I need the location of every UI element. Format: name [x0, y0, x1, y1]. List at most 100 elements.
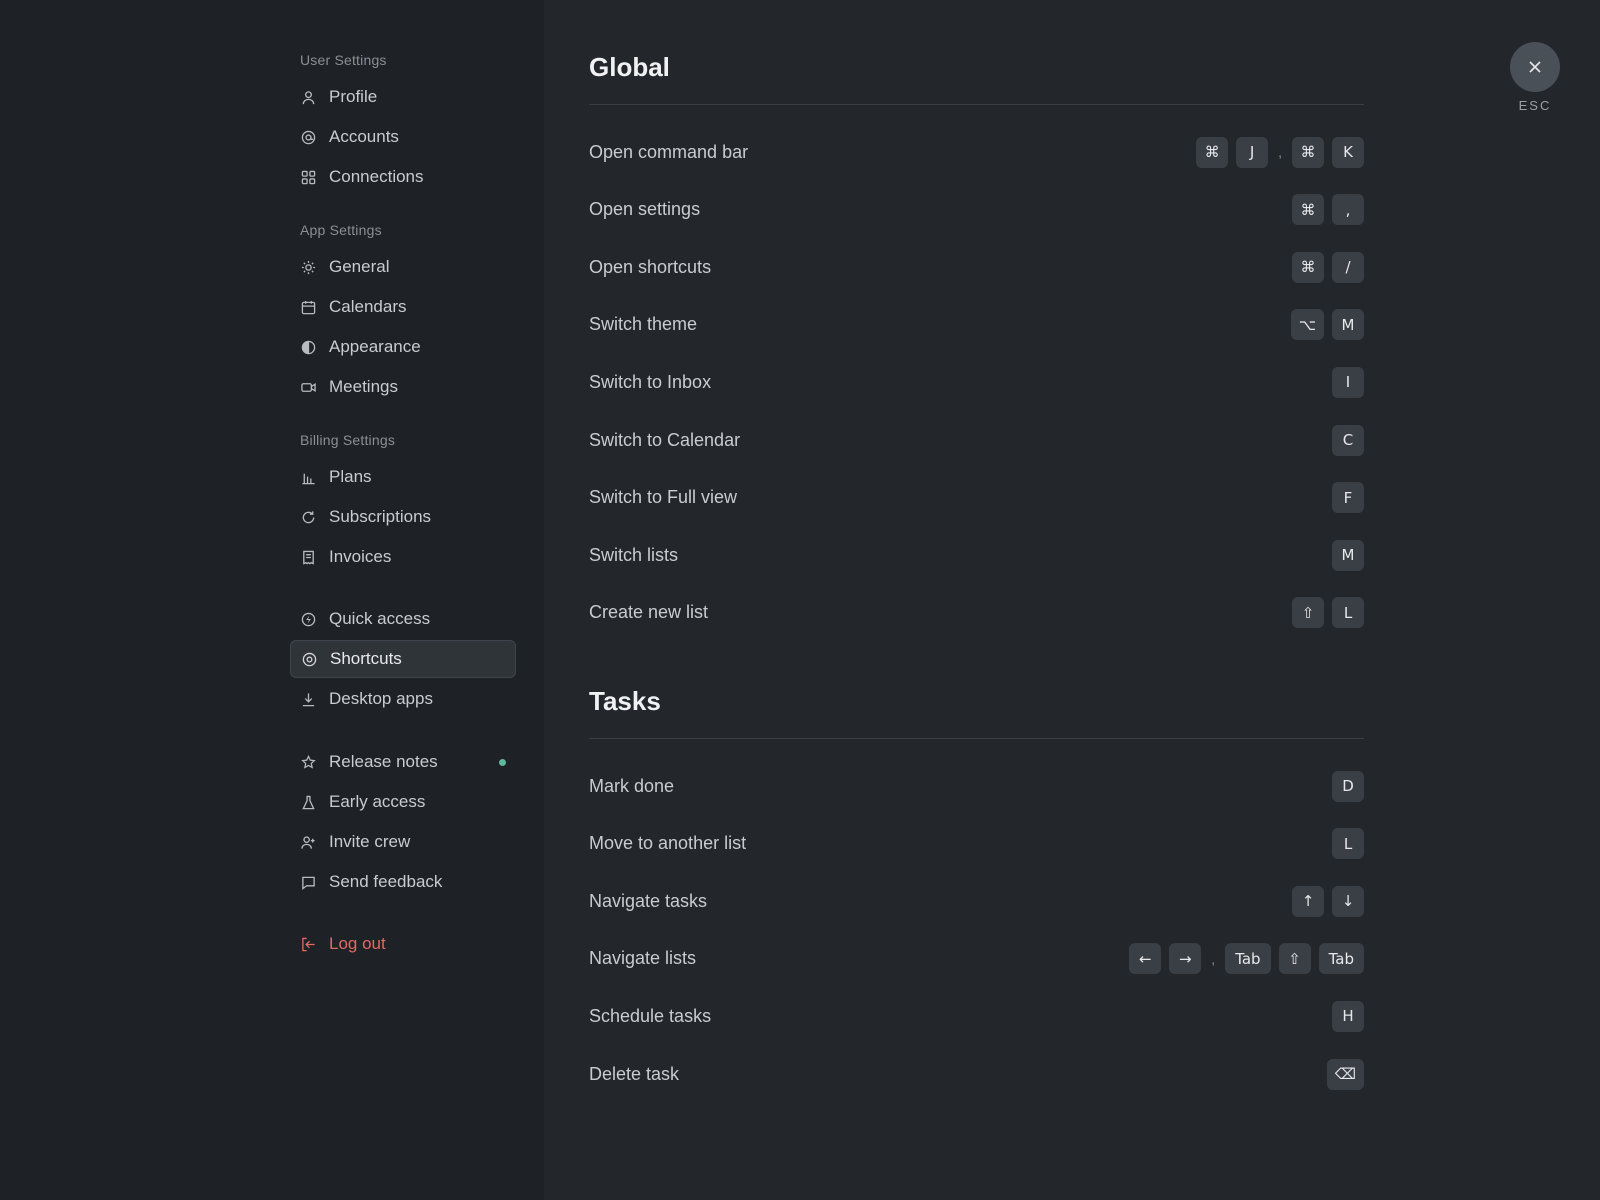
- video-camera-icon: [300, 379, 316, 395]
- close-button[interactable]: [1510, 42, 1560, 92]
- key-combo: ⌫: [1326, 1058, 1364, 1090]
- key-combo: H: [1332, 1000, 1364, 1032]
- shortcut-label: Schedule tasks: [589, 1005, 712, 1026]
- keycap: K: [1332, 136, 1364, 168]
- shortcut-label: Move to another list: [589, 833, 747, 854]
- keycap: H: [1332, 1000, 1364, 1032]
- sidebar-item-label: Calendars: [329, 297, 407, 316]
- sidebar-item-send-feedback[interactable]: Send feedback: [290, 863, 516, 901]
- divider: [589, 738, 1364, 739]
- shortcut-row: Schedule tasks H: [589, 1000, 1364, 1032]
- shortcut-row: Mark done D: [589, 770, 1364, 802]
- keycap: L: [1332, 597, 1364, 629]
- keycap: ↓: [1332, 885, 1364, 917]
- keycap: ⌫: [1326, 1058, 1364, 1090]
- key-separator: ,: [1211, 950, 1216, 967]
- keycap: L: [1332, 828, 1364, 860]
- sidebar-item-release-notes[interactable]: Release notes: [290, 743, 516, 781]
- shortcut-row: Navigate tasks ↑ ↓: [589, 885, 1364, 917]
- sidebar-item-label: Send feedback: [329, 872, 443, 891]
- new-indicator-dot: [499, 759, 506, 766]
- shortcut-label: Switch to Inbox: [589, 371, 712, 392]
- receipt-icon: [300, 549, 316, 565]
- log-out-button[interactable]: Log out: [290, 925, 516, 963]
- sidebar-item-connections[interactable]: Connections: [290, 158, 516, 196]
- shortcut-row: Open shortcuts ⌘ /: [589, 251, 1364, 283]
- keycap: M: [1332, 539, 1364, 571]
- sidebar-item-label: Release notes: [329, 752, 438, 771]
- shortcut-row: Open settings ⌘,: [589, 194, 1364, 226]
- keycap: ←: [1129, 943, 1162, 975]
- key-separator: ,: [1278, 144, 1282, 160]
- message-icon: [300, 874, 316, 890]
- sidebar-item-profile[interactable]: Profile: [290, 78, 516, 116]
- billing-settings-heading: Billing Settings: [300, 432, 396, 448]
- shortcut-label: Delete task: [589, 1063, 680, 1084]
- section-title-tasks: Tasks: [589, 686, 661, 716]
- shortcut-label: Open command bar: [589, 141, 749, 162]
- sidebar-item-shortcuts[interactable]: Shortcuts: [290, 640, 516, 678]
- sidebar-item-accounts[interactable]: Accounts: [290, 118, 516, 156]
- shortcut-label: Navigate tasks: [589, 890, 708, 911]
- sun-icon: [300, 259, 316, 275]
- keycap: ⌘: [1292, 136, 1324, 168]
- sidebar-item-desktop-apps[interactable]: Desktop apps: [290, 680, 516, 718]
- sidebar-item-label: General: [329, 257, 390, 276]
- key-combo: ← →, Tab ⇧ Tab: [1129, 943, 1364, 975]
- shortcut-label: Create new list: [589, 602, 709, 623]
- key-combo: ⌥ M: [1290, 309, 1364, 341]
- shortcut-label: Switch to Full view: [589, 487, 738, 508]
- key-combo: ⌘,: [1292, 194, 1364, 226]
- shortcut-row: Delete task ⌫: [589, 1058, 1364, 1090]
- shortcut-label: Switch to Calendar: [589, 429, 741, 450]
- user-settings-heading: User Settings: [300, 52, 387, 68]
- section-title-global: Global: [589, 52, 670, 82]
- key-combo: M: [1332, 539, 1364, 571]
- keycap: →: [1169, 943, 1202, 975]
- flask-icon: [300, 794, 316, 810]
- keycap: ⌥: [1290, 309, 1324, 341]
- lightning-icon: [300, 611, 316, 627]
- key-combo: ⇧ L: [1292, 597, 1364, 629]
- shortcut-label: Open shortcuts: [589, 256, 712, 277]
- sidebar-item-label: Shortcuts: [330, 649, 402, 668]
- sidebar-item-label: Connections: [329, 167, 424, 186]
- close-icon: [1528, 60, 1542, 74]
- user-icon: [300, 89, 316, 105]
- key-combo: ↑ ↓: [1292, 885, 1364, 917]
- sidebar-item-subscriptions[interactable]: Subscriptions: [290, 498, 516, 536]
- key-combo: I: [1332, 366, 1364, 398]
- sidebar-item-label: Invite crew: [329, 832, 411, 851]
- keycap: I: [1332, 366, 1364, 398]
- sidebar-item-plans[interactable]: Plans: [290, 458, 516, 496]
- keycap: ↑: [1292, 885, 1324, 917]
- sidebar-item-invoices[interactable]: Invoices: [290, 538, 516, 576]
- sidebar-item-label: Profile: [329, 87, 378, 106]
- download-icon: [300, 691, 316, 707]
- keycap: C: [1332, 424, 1364, 456]
- command-icon: [301, 651, 317, 667]
- esc-hint: ESC: [1518, 98, 1552, 113]
- keycap: ⌘: [1292, 194, 1324, 226]
- sidebar-item-label: Accounts: [329, 127, 399, 146]
- shortcut-row: Switch to Calendar C: [589, 424, 1364, 456]
- keycap: M: [1332, 309, 1364, 341]
- keycap: Tab: [1318, 943, 1364, 975]
- sidebar-item-meetings[interactable]: Meetings: [290, 368, 516, 406]
- key-combo: ⌘ J, ⌘ K: [1196, 136, 1364, 168]
- divider: [589, 104, 1364, 105]
- shortcut-row: Create new list ⇧ L: [589, 597, 1364, 629]
- sidebar-item-appearance[interactable]: Appearance: [290, 328, 516, 366]
- sidebar-item-label: Appearance: [329, 337, 421, 356]
- shortcut-label: Switch theme: [589, 314, 698, 335]
- sidebar-item-quick-access[interactable]: Quick access: [290, 600, 516, 638]
- sidebar-item-general[interactable]: General: [290, 248, 516, 286]
- sidebar-item-calendars[interactable]: Calendars: [290, 288, 516, 326]
- sidebar-item-invite-crew[interactable]: Invite crew: [290, 823, 516, 861]
- shortcut-row: Switch to Inbox I: [589, 366, 1364, 398]
- star-icon: [300, 754, 316, 770]
- sidebar-item-label: Subscriptions: [329, 507, 432, 526]
- shortcut-row: Navigate lists ← →, Tab ⇧ Tab: [589, 943, 1364, 975]
- sidebar-item-early-access[interactable]: Early access: [290, 783, 516, 821]
- key-combo: L: [1332, 828, 1364, 860]
